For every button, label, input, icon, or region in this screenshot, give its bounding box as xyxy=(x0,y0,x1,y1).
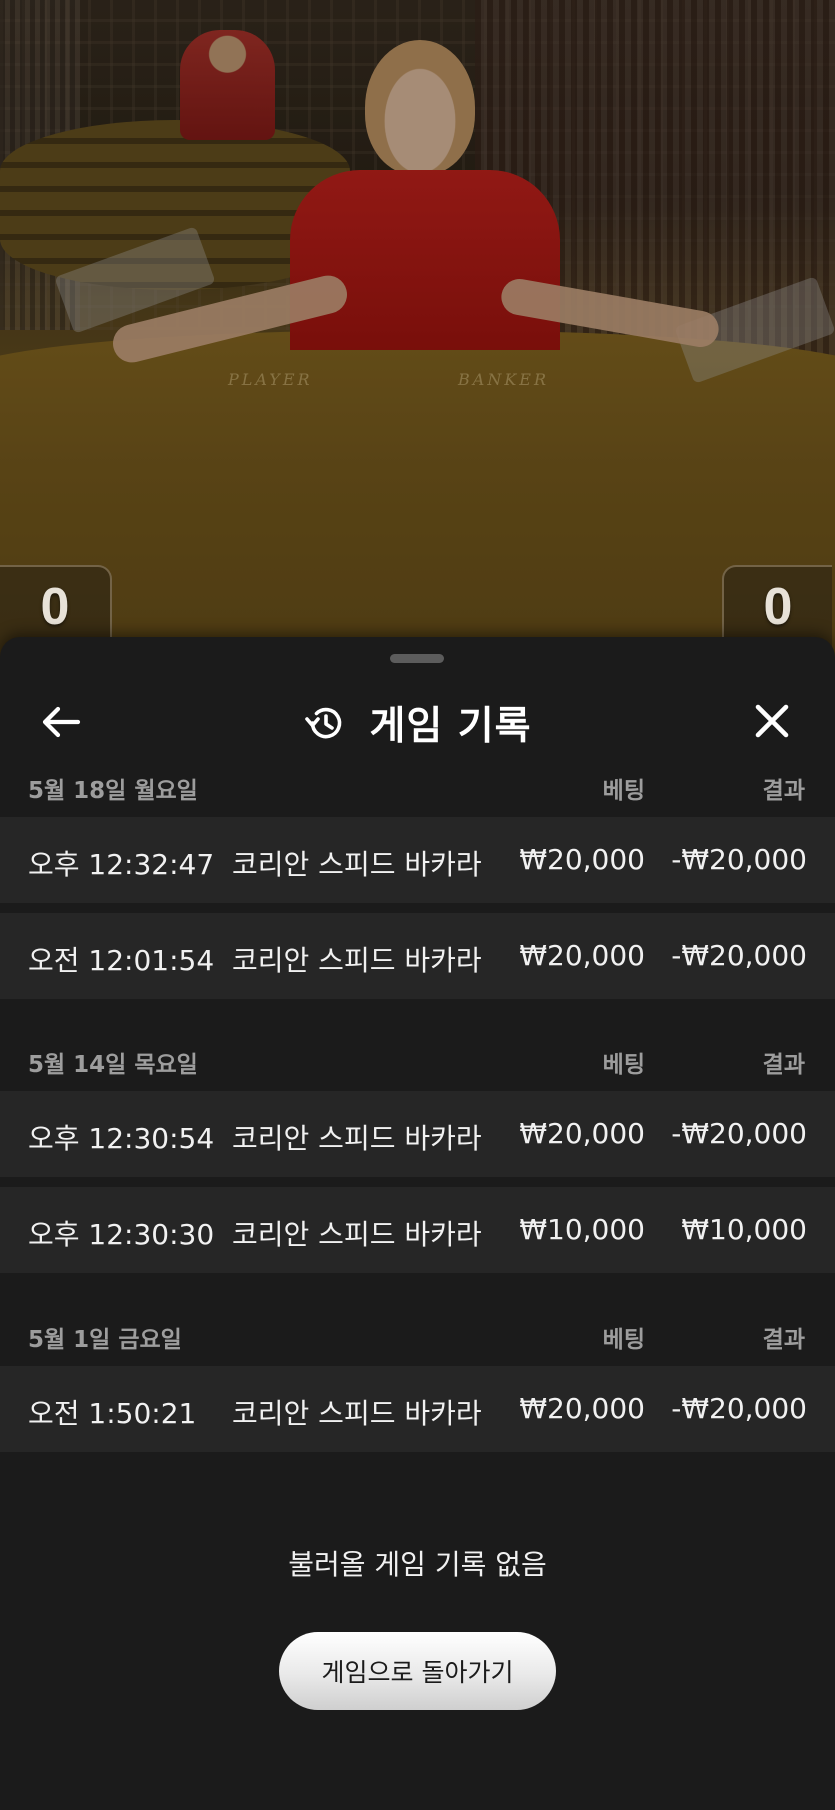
row-time: 오후 12:30:54 xyxy=(28,1122,215,1155)
row-game: 코리안 스피드 바카라 xyxy=(232,1397,482,1430)
sheet-header: 게임 기록 xyxy=(0,677,835,767)
return-to-game-button[interactable]: 게임으로 돌아가기 xyxy=(279,1632,556,1710)
player-score: 0 xyxy=(40,578,70,636)
dim-overlay xyxy=(0,0,835,660)
row-time: 오후 12:30:30 xyxy=(28,1218,215,1251)
row-time: 오전 12:01:54 xyxy=(28,944,215,977)
history-row[interactable]: 오후 12:32:47 코리안 스피드 바카라 ₩20,000 -₩20,000 xyxy=(0,817,835,903)
row-result: -₩20,000 xyxy=(671,1392,807,1425)
close-icon xyxy=(755,704,789,738)
group-date: 5월 14일 목요일 xyxy=(28,1052,198,1078)
row-game: 코리안 스피드 바카라 xyxy=(232,1122,482,1155)
title-group: 게임 기록 xyxy=(0,697,835,749)
bet-column-header: 베팅 xyxy=(602,1327,645,1353)
row-bet: ₩20,000 xyxy=(519,939,645,972)
close-button[interactable] xyxy=(748,697,796,745)
date-group-header: 5월 14일 목요일 베팅 결과 xyxy=(0,1035,835,1085)
row-bet: ₩20,000 xyxy=(519,1117,645,1150)
row-game: 코리안 스피드 바카라 xyxy=(232,1218,482,1251)
row-time: 오후 12:32:47 xyxy=(28,848,215,881)
date-group-header: 5월 1일 금요일 베팅 결과 xyxy=(0,1310,835,1360)
history-row[interactable]: 오후 12:30:30 코리안 스피드 바카라 ₩10,000 ₩10,000 xyxy=(0,1187,835,1273)
group-date: 5월 1일 금요일 xyxy=(28,1327,182,1353)
live-video-background: PLAYER BANKER 0 0 xyxy=(0,0,835,660)
row-bet: ₩20,000 xyxy=(519,1392,645,1425)
page-title: 게임 기록 xyxy=(369,704,532,749)
banker-score: 0 xyxy=(763,578,793,636)
row-game: 코리안 스피드 바카라 xyxy=(232,848,482,881)
row-result: -₩20,000 xyxy=(671,939,807,972)
row-time: 오전 1:50:21 xyxy=(28,1397,197,1430)
row-bet: ₩20,000 xyxy=(519,843,645,876)
history-row[interactable]: 오전 1:50:21 코리안 스피드 바카라 ₩20,000 -₩20,000 xyxy=(0,1366,835,1452)
row-result: -₩20,000 xyxy=(671,1117,807,1150)
empty-history-message: 불러올 게임 기록 없음 xyxy=(288,1548,547,1581)
row-result: ₩10,000 xyxy=(681,1213,807,1246)
row-result: -₩20,000 xyxy=(671,843,807,876)
result-column-header: 결과 xyxy=(762,1052,805,1078)
result-column-header: 결과 xyxy=(762,778,805,804)
history-icon xyxy=(305,707,342,739)
date-group-header: 5월 18일 월요일 베팅 결과 xyxy=(0,761,835,811)
history-row[interactable]: 오전 12:01:54 코리안 스피드 바카라 ₩20,000 -₩20,000 xyxy=(0,913,835,999)
row-game: 코리안 스피드 바카라 xyxy=(232,944,482,977)
bet-column-header: 베팅 xyxy=(602,1052,645,1078)
history-row[interactable]: 오후 12:30:54 코리안 스피드 바카라 ₩20,000 -₩20,000 xyxy=(0,1091,835,1177)
sheet-drag-handle[interactable] xyxy=(390,654,444,663)
result-column-header: 결과 xyxy=(762,1327,805,1353)
bet-column-header: 베팅 xyxy=(602,778,645,804)
group-date: 5월 18일 월요일 xyxy=(28,778,198,804)
row-bet: ₩10,000 xyxy=(519,1213,645,1246)
